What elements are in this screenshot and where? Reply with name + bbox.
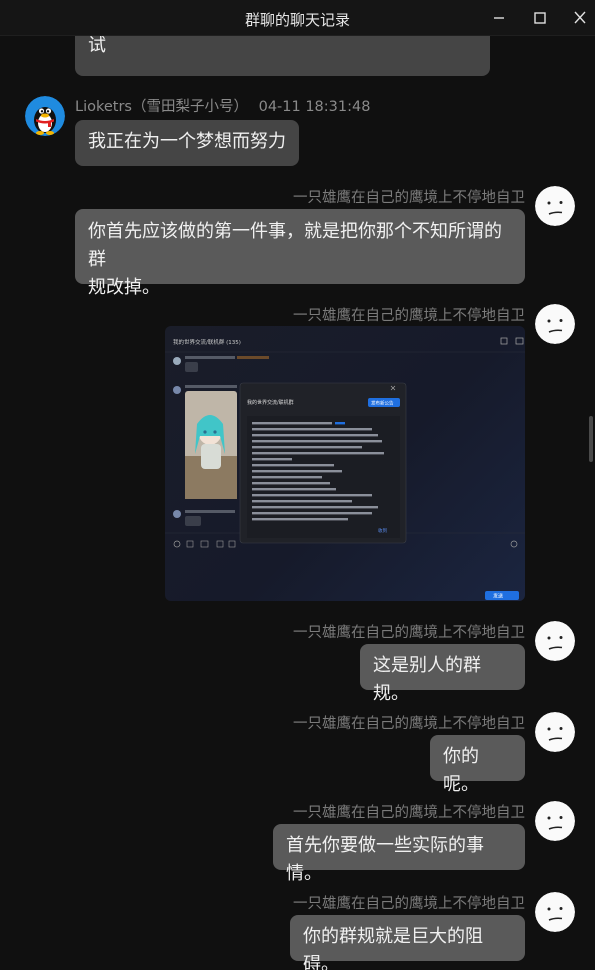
doodle-face-avatar[interactable] (535, 712, 575, 752)
doodle-face-avatar[interactable] (535, 621, 575, 661)
sender-name: 一只雄鹰在自己的鹰境上不停地自卫 (293, 308, 525, 324)
embedded-reply-label: 收到 (378, 527, 387, 534)
close-icon[interactable] (569, 8, 591, 28)
doodle-face-avatar[interactable] (535, 304, 575, 344)
message-bubble[interactable]: 你的群规就是巨大的阻碍。 (290, 915, 525, 970)
embedded-dialog-button: 发布新公告 (371, 400, 394, 407)
message-bubble[interactable]: 试 (75, 36, 490, 76)
sender-name: 一只雄鹰在自己的鹰境上不停地自卫 (293, 190, 525, 206)
message-text-line: 你首先应该做的第一件事，就是把你那个不知所谓的群 (88, 221, 502, 270)
message-bubble[interactable]: 你首先应该做的第一件事，就是把你那个不知所谓的群 规改掉。 (75, 209, 525, 298)
message-bubble[interactable]: 我正在为一个梦想而努力 (75, 120, 299, 166)
embedded-screenshot: 我的世界交流/联机群 (135) 发送 我的世界交流/联机群 发布新公告 收到 (165, 337, 525, 600)
qq-penguin-avatar[interactable] (25, 96, 65, 136)
message-bubble[interactable]: 首先你要做一些实际的事情。 (273, 824, 525, 884)
message-text: 你的群规就是巨大的阻碍。 (303, 926, 483, 970)
chat-scrollbar-thumb[interactable] (589, 416, 593, 462)
doodle-face-avatar[interactable] (535, 892, 575, 932)
phone-icon (500, 337, 508, 345)
video-icon (515, 337, 524, 345)
sender-name: 一只雄鹰在自己的鹰境上不停地自卫 (293, 896, 525, 912)
sender-name: 一只雄鹰在自己的鹰境上不停地自卫 (293, 716, 525, 732)
doodle-face-avatar[interactable] (535, 801, 575, 841)
embedded-group-title: 我的世界交流/联机群 (135) (173, 338, 241, 346)
embedded-send-label: 发送 (493, 593, 503, 600)
chat-history[interactable]: 试 Lioketrs（雪田梨子小号） 04-11 18:31:48 我正在为一个… (0, 36, 595, 970)
message-bubble[interactable]: 你的呢。 (430, 735, 525, 795)
sender-name: 一只雄鹰在自己的鹰境上不停地自卫 (293, 625, 525, 641)
minimize-icon[interactable] (488, 8, 510, 28)
message-text: 我正在为一个梦想而努力 (88, 131, 286, 152)
message-text: 首先你要做一些实际的事情。 (286, 835, 484, 884)
embedded-dialog-title: 我的世界交流/联机群 (247, 399, 294, 406)
sender-label: Lioketrs（雪田梨子小号） (75, 99, 248, 115)
message-bubble[interactable]: 这是别人的群规。 (360, 644, 525, 704)
doodle-face-avatar[interactable] (535, 186, 575, 226)
maximize-icon[interactable] (529, 8, 551, 28)
message-text: 这是别人的群规。 (373, 655, 481, 704)
image-message[interactable]: 我的世界交流/联机群 (135) 发送 我的世界交流/联机群 发布新公告 收到 (165, 326, 525, 601)
message-text: 你的呢。 (443, 746, 479, 795)
sender-name: 一只雄鹰在自己的鹰境上不停地自卫 (293, 805, 525, 821)
window-titlebar: 群聊的聊天记录 (0, 0, 595, 36)
message-text: 试 (88, 36, 106, 56)
message-time: 04-11 18:31:48 (258, 99, 371, 115)
sender-name: Lioketrs（雪田梨子小号） 04-11 18:31:48 (75, 95, 370, 116)
message-text-line: 规改掉。 (88, 277, 160, 298)
